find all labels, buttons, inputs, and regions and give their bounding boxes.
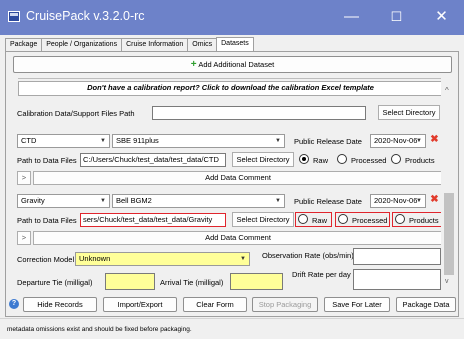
data-path-field[interactable]: sers/Chuck/test_data/test_data/Gravity: [80, 213, 226, 227]
package-data-button[interactable]: Package Data: [396, 297, 456, 312]
app-icon: [8, 11, 20, 22]
window-title: CruisePack v.3.2.0-rc: [26, 9, 145, 23]
correction-model-label: Correction Model: [17, 255, 75, 264]
processed-radio[interactable]: [337, 154, 347, 164]
minimize-button[interactable]: —: [329, 0, 374, 35]
raw-label: Raw: [312, 216, 328, 225]
hide-records-button[interactable]: Hide Records: [23, 297, 97, 312]
dataset-type-select[interactable]: CTD ▼: [17, 134, 110, 148]
delete-dataset-icon[interactable]: ✖: [430, 195, 439, 205]
calibration-select-directory-button[interactable]: Select Directory: [378, 105, 440, 120]
dropdown-arrow-icon: ▼: [100, 198, 106, 204]
tab-datasets[interactable]: Datasets: [216, 37, 254, 51]
dataset-type-select[interactable]: Gravity ▼: [17, 194, 110, 208]
products-label: Products: [405, 156, 435, 165]
tab-omics[interactable]: Omics: [187, 38, 218, 51]
correction-model-select[interactable]: Unknown ▼: [75, 252, 250, 266]
drift-rate-field[interactable]: [353, 269, 441, 290]
add-dataset-label: Add Additional Dataset: [198, 60, 275, 69]
dropdown-arrow-icon: ▼: [416, 198, 422, 204]
release-date-picker[interactable]: 2020-Nov-06 ▼: [370, 194, 426, 208]
instrument-select[interactable]: Bell BGM2 ▼: [112, 194, 285, 208]
expand-comment-button[interactable]: >: [17, 171, 31, 185]
tab-strip: Package People / Organizations Cruise In…: [5, 37, 254, 51]
departure-tie-field[interactable]: [105, 273, 155, 290]
calibration-path-label: Calibration Data/Support Files Path: [17, 109, 135, 118]
release-date-label: Public Release Date: [294, 197, 362, 206]
processed-label: Processed: [352, 216, 388, 225]
add-data-comment-button[interactable]: Add Data Comment: [33, 231, 443, 245]
dropdown-arrow-icon: ▼: [240, 256, 246, 262]
calibration-template-link[interactable]: Don't have a calibration report? Click t…: [18, 81, 443, 96]
departure-tie-label: Departure Tie (milligal): [17, 278, 93, 287]
maximize-button[interactable]: ☐: [374, 0, 419, 35]
tab-cruise-information[interactable]: Cruise Information: [121, 38, 189, 51]
data-path-label: Path to Data Files: [17, 216, 77, 225]
vertical-scrollbar[interactable]: ^ v: [441, 78, 457, 296]
data-path-select-directory-button[interactable]: Select Directory: [232, 152, 294, 167]
help-icon[interactable]: ?: [9, 299, 19, 309]
plus-icon: +: [190, 59, 197, 70]
close-button[interactable]: ✕: [419, 0, 464, 35]
title-bar: CruisePack v.3.2.0-rc — ☐ ✕: [0, 0, 464, 35]
add-data-comment-button[interactable]: Add Data Comment: [33, 171, 443, 185]
status-message: metadata omissions exist and should be f…: [7, 326, 192, 333]
release-date-label: Public Release Date: [294, 137, 362, 146]
import-export-button[interactable]: Import/Export: [103, 297, 177, 312]
release-date-picker[interactable]: 2020-Nov-06 ▼: [370, 134, 426, 148]
dropdown-arrow-icon: ▼: [416, 138, 422, 144]
data-path-field[interactable]: C:/Users/Chuck/test_data/test_data/CTD: [80, 153, 226, 167]
raw-label: Raw: [313, 156, 329, 165]
save-for-later-button[interactable]: Save For Later: [324, 297, 390, 312]
dropdown-arrow-icon: ▼: [275, 138, 281, 144]
products-radio[interactable]: [391, 154, 401, 164]
calibration-path-field[interactable]: [152, 106, 366, 120]
arrival-tie-label: Arrival Tie (milligal): [160, 278, 224, 287]
tab-package[interactable]: Package: [5, 38, 43, 51]
products-label: Products: [409, 216, 439, 225]
raw-radio[interactable]: [299, 154, 309, 164]
scroll-up-icon[interactable]: ^: [445, 86, 449, 95]
observation-rate-label: Observation Rate (obs/min): [262, 251, 354, 260]
processed-radio[interactable]: [338, 214, 348, 224]
arrival-tie-field[interactable]: [230, 273, 283, 290]
stop-packaging-button[interactable]: Stop Packaging: [252, 297, 318, 312]
expand-comment-button[interactable]: >: [17, 231, 31, 245]
raw-radio[interactable]: [298, 214, 308, 224]
status-bar: metadata omissions exist and should be f…: [0, 318, 464, 339]
scrolled-panel-edge: [18, 76, 443, 79]
drift-rate-label: Drift Rate per day: [292, 270, 351, 279]
dropdown-arrow-icon: ▼: [275, 198, 281, 204]
observation-rate-field[interactable]: [353, 248, 441, 265]
products-radio[interactable]: [395, 214, 405, 224]
tab-people-organizations[interactable]: People / Organizations: [41, 38, 123, 51]
instrument-select[interactable]: SBE 911plus ▼: [112, 134, 285, 148]
clear-form-button[interactable]: Clear Form: [183, 297, 247, 312]
dropdown-arrow-icon: ▼: [100, 138, 106, 144]
datasets-pane: + Add Additional Dataset Don't have a ca…: [5, 51, 459, 317]
data-path-label: Path to Data Files: [17, 156, 77, 165]
add-dataset-button[interactable]: + Add Additional Dataset: [13, 56, 452, 73]
delete-dataset-icon[interactable]: ✖: [430, 135, 439, 145]
data-path-select-directory-button[interactable]: Select Directory: [232, 212, 294, 227]
processed-label: Processed: [351, 156, 387, 165]
scrollbar-thumb[interactable]: [444, 193, 454, 275]
scroll-down-icon[interactable]: v: [445, 278, 449, 285]
